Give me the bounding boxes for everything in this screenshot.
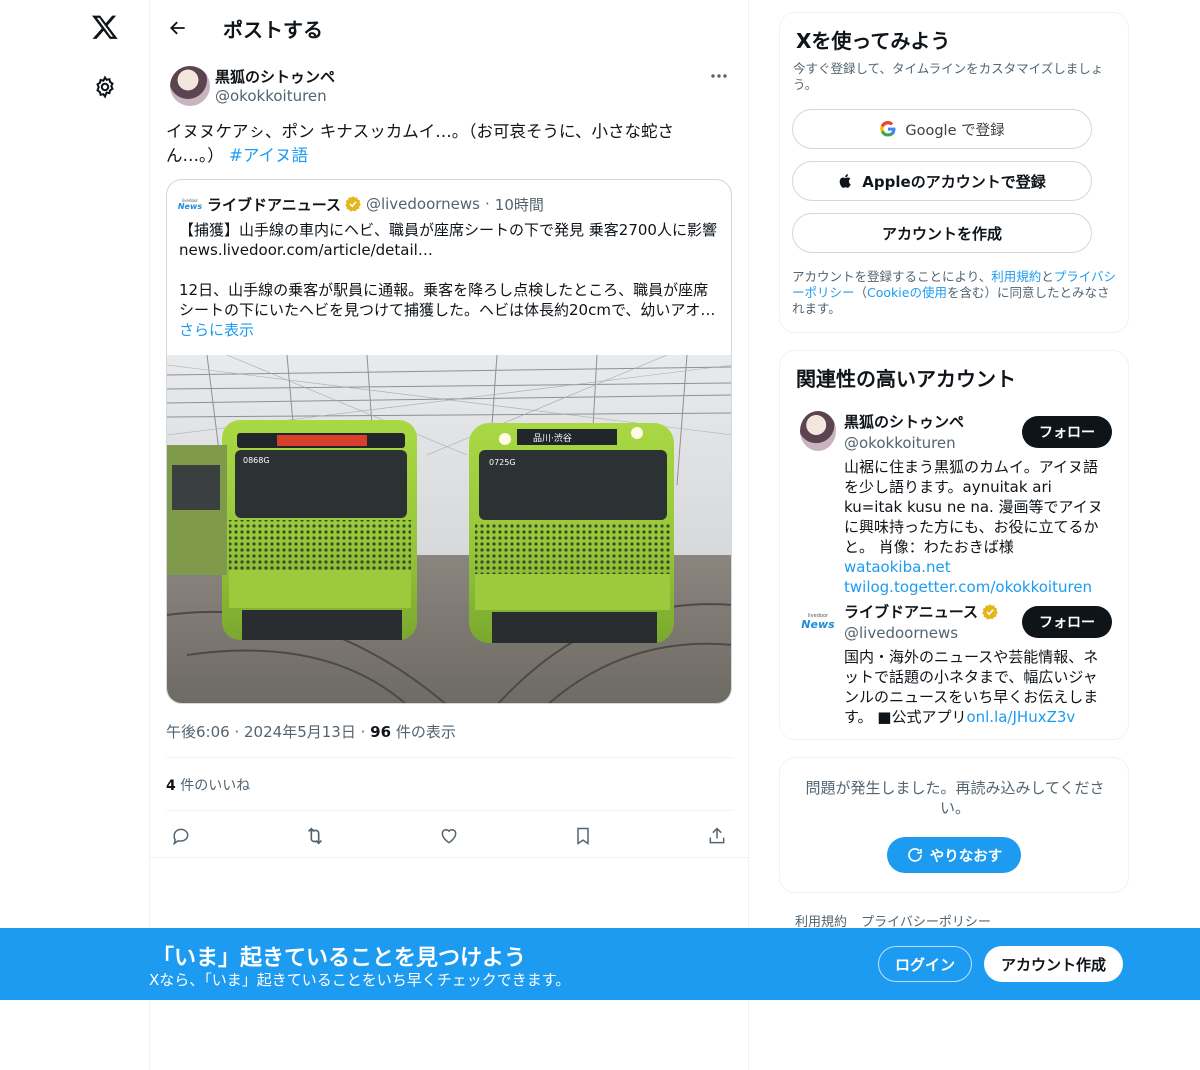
- train-left-code: 0868G: [243, 456, 270, 465]
- terms-text: アカウントを登録することにより、: [792, 269, 992, 284]
- arrow-left-icon[interactable]: [162, 12, 194, 44]
- gear-icon[interactable]: [90, 72, 120, 102]
- divider: [150, 857, 750, 858]
- signup-terms: アカウントを登録することにより、利用規約とプライバシーポリシー（Cookieの使…: [792, 269, 1118, 317]
- account-name: ライブドアニュース: [844, 603, 978, 621]
- quote-url: news.livedoor.com/article/detail…: [179, 241, 433, 259]
- verified-badge-icon: [981, 603, 999, 621]
- separator-dot: ·: [234, 723, 245, 741]
- avatar[interactable]: [800, 411, 836, 451]
- divider: [166, 810, 734, 811]
- views-count: 96: [370, 723, 392, 741]
- bio-text: 山裾に住まう黒狐のカムイ。アイヌ語を少し語ります。aynuitak ari ku…: [844, 458, 1103, 556]
- signup-title: Xを使ってみよう: [796, 29, 951, 53]
- post-time[interactable]: 午後6:06: [166, 723, 230, 741]
- main-column: ポストする 黒狐のシトゥンペ @okokkoituren イヌヌケアㇱ、ポン キ…: [149, 0, 750, 1070]
- train-right-dest: 品川·渋谷: [533, 432, 572, 444]
- post-actions: [166, 818, 734, 850]
- terms-text: （: [854, 285, 868, 300]
- related-title: 関連性の高いアカウント: [796, 367, 1016, 391]
- account-handle[interactable]: @okokkoituren: [844, 434, 956, 452]
- train-photo[interactable]: 0868G 品川·渋谷 0725G: [167, 354, 731, 703]
- left-nav: [0, 0, 150, 1070]
- likes-label: 件のいいね: [180, 778, 251, 794]
- quote-author-handle: @livedoornews: [365, 195, 480, 213]
- banner-subtitle: Xなら、「いま」起きていることをいち早くチェックできます。: [149, 971, 571, 989]
- verified-badge-icon: [344, 195, 362, 213]
- likes-summary[interactable]: 4 件のいいね: [166, 775, 250, 795]
- avatar[interactable]: [170, 66, 210, 106]
- signup-card: Xを使ってみよう 今すぐ登録して、タイムラインをカスタマイズしましょう。 Goo…: [779, 12, 1129, 333]
- bookmark-icon[interactable]: [568, 821, 598, 851]
- apple-signup-button[interactable]: Appleのアカウントで登録: [792, 161, 1092, 201]
- bio-link[interactable]: wataokiba.net: [844, 558, 951, 576]
- quote-author-name: ライブドアニュース: [207, 195, 341, 214]
- repost-icon[interactable]: [300, 821, 330, 851]
- google-signup-label: Google で登録: [905, 122, 1005, 139]
- create-account-button[interactable]: アカウント作成: [984, 946, 1123, 982]
- terms-link[interactable]: 利用規約: [991, 269, 1041, 284]
- terms-text: と: [1041, 269, 1054, 284]
- quote-time: 10時間: [494, 195, 544, 214]
- livedoor-news-logo[interactable]: livedoor News: [800, 601, 836, 641]
- google-icon: [879, 120, 897, 138]
- bio-link[interactable]: twilog.togetter.com/okokkoituren: [844, 578, 1092, 596]
- separator-dot: ·: [360, 723, 371, 741]
- quoted-post[interactable]: livedoor News ライブドアニュース @livedoornews · …: [166, 179, 732, 704]
- google-signup-button[interactable]: Google で登録: [792, 109, 1092, 149]
- show-more-link[interactable]: さらに表示: [179, 320, 719, 340]
- post-meta: 午後6:06 · 2024年5月13日 · 96 件の表示: [166, 721, 456, 742]
- quote-header: livedoor News ライブドアニュース @livedoornews · …: [177, 193, 544, 215]
- account-handle[interactable]: @livedoornews: [844, 624, 958, 642]
- apple-signup-label: Appleのアカウントで登録: [862, 172, 1046, 191]
- account-name[interactable]: 黒狐のシトゥンペ: [844, 411, 964, 432]
- apple-icon: [838, 172, 854, 190]
- reply-icon[interactable]: [166, 821, 196, 851]
- signup-subtitle: 今すぐ登録して、タイムラインをカスタマイズしましょう。: [793, 61, 1104, 92]
- divider: [166, 757, 734, 758]
- cookie-link[interactable]: Cookieの使用: [867, 285, 947, 300]
- follow-button[interactable]: フォロー: [1022, 416, 1112, 448]
- heart-icon[interactable]: [434, 821, 464, 851]
- x-logo-icon[interactable]: [88, 10, 122, 44]
- author-handle[interactable]: @okokkoituren: [215, 87, 327, 105]
- account-bio: 国内・海外のニュースや芸能情報、ネットで話題の小ネタまで、幅広いジャンルのニュー…: [844, 647, 1112, 727]
- quote-text: 【捕獲】山手線の車内にヘビ、職員が座席シートの下で発見 乗客2700人に影響 n…: [179, 220, 719, 340]
- separator-dot: ·: [485, 195, 490, 213]
- more-icon[interactable]: [702, 66, 736, 86]
- bio-link[interactable]: onl.la/JHuxZ3v: [966, 708, 1075, 726]
- error-card: 問題が発生しました。再読み込みしてください。 やりなおす: [779, 757, 1129, 893]
- login-button[interactable]: ログイン: [878, 946, 972, 982]
- post-text: イヌヌケアㇱ、ポン キナスッカムイ…。（お可哀そうに、小さな蛇さん…。） #アイ…: [166, 120, 726, 168]
- retry-button[interactable]: やりなおす: [887, 837, 1021, 873]
- retry-label: やりなおす: [929, 848, 1003, 865]
- post-author: 黒狐のシトゥンペ @okokkoituren: [166, 64, 736, 108]
- author-name[interactable]: 黒狐のシトゥンペ: [215, 66, 335, 87]
- share-icon[interactable]: [702, 821, 732, 851]
- signup-banner: 「いま」起きていることを見つけよう Xなら、「いま」起きていることをいち早くチェ…: [0, 928, 1200, 1000]
- likes-count: 4: [166, 778, 176, 794]
- error-message: 問題が発生しました。再読み込みしてください。: [805, 779, 1105, 817]
- livedoor-news-logo: livedoor News: [177, 197, 203, 211]
- banner-title: 「いま」起きていることを見つけよう: [152, 946, 527, 971]
- quote-body: 12日、山手線の乗客が駅員に通報。乗客を降ろし点検したところ、職員が座席シートの…: [179, 281, 716, 319]
- page-header: ポストする: [150, 0, 750, 54]
- account-bio: 山裾に住まう黒狐のカムイ。アイヌ語を少し語ります。aynuitak ari ku…: [844, 457, 1112, 597]
- account-name-row[interactable]: ライブドアニュース: [844, 601, 1003, 622]
- views-label: 件の表示: [395, 723, 456, 741]
- post-date[interactable]: 2024年5月13日: [244, 723, 356, 741]
- page-title: ポストする: [223, 18, 323, 42]
- train-right-code: 0725G: [489, 458, 516, 467]
- follow-button[interactable]: フォロー: [1022, 606, 1112, 638]
- hashtag-link[interactable]: #アイヌ語: [229, 146, 308, 165]
- quote-headline: 【捕獲】山手線の車内にヘビ、職員が座席シートの下で発見 乗客2700人に影響: [179, 221, 717, 239]
- refresh-icon: [906, 846, 924, 864]
- related-accounts-card: 関連性の高いアカウント 黒狐のシトゥンペ @okokkoituren フォロー …: [779, 350, 1129, 740]
- create-account-button[interactable]: アカウントを作成: [792, 213, 1092, 253]
